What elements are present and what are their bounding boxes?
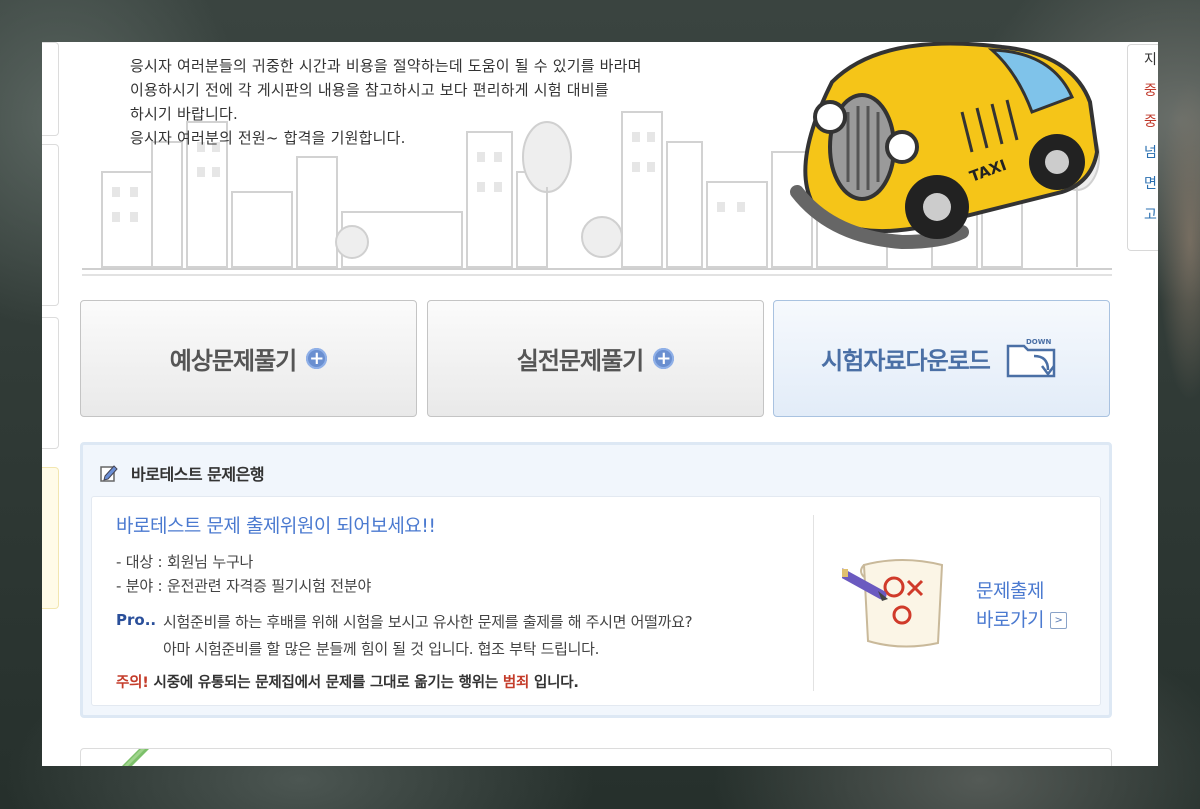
warning-label: 주의! xyxy=(116,675,149,691)
question-bank-content: 바로테스트 문제 출제위원이 되어보세요!! - 대상 : 회원님 누구나 - … xyxy=(91,496,1101,706)
download-folder-icon: DOWN xyxy=(1006,338,1056,377)
pro-text-line: 아마 시험준비를 할 많은 분들께 힘이 될 것 입니다. 협조 부탁 드립니다… xyxy=(163,640,600,658)
hero-line: 이용하시기 전에 각 게시판의 내용을 참고하시고 보다 편리하게 시험 대비를 xyxy=(130,81,609,99)
field-info: - 분야 : 운전관련 자격증 필기시험 전분야 xyxy=(116,577,372,595)
question-bank-panel: 바로테스트 문제은행 바로테스트 문제 출제위원이 되어보세요!! - 대상 :… xyxy=(80,442,1112,718)
hero-intro-text: 응시자 여러분들의 귀중한 시간과 비용을 절약하는데 도움이 될 수 있기를 … xyxy=(130,54,642,150)
exam-paper-pencil-icon xyxy=(842,559,944,648)
right-sidebar-item-text: 넘 xyxy=(1144,145,1157,161)
question-bank-headline: 바로테스트 문제 출제위원이 되어보세요!! xyxy=(116,515,436,537)
right-sidebar-item[interactable]: 면 xyxy=(1128,169,1158,200)
right-sidebar-item-text: 중 xyxy=(1144,83,1157,99)
predict-questions-button[interactable]: 예상문제풀기 + xyxy=(80,300,417,417)
hero-line: 응시자 여러분들의 귀중한 시간과 비용을 절약하는데 도움이 될 수 있기를 … xyxy=(130,57,642,75)
right-sidebar-item-text: 고 xyxy=(1144,207,1157,223)
next-panel xyxy=(80,748,1112,766)
right-sidebar-item[interactable]: 넘 xyxy=(1128,138,1158,169)
right-sidebar-item-text: 지 xyxy=(1144,52,1157,68)
practice-questions-label: 실전문제풀기 xyxy=(516,347,644,375)
browser-page: 지 중 중 넘 면 고 응시자 여러분들의 귀중한 시간과 비용을 절약하는데 … xyxy=(42,42,1158,766)
right-sidebar-menu: 지 중 중 넘 면 고 xyxy=(1127,44,1158,251)
warning-end: 입니다. xyxy=(529,675,579,691)
green-corner-badge-icon xyxy=(122,749,149,766)
arrow-right-icon: > xyxy=(1049,612,1067,629)
target-info: - 대상 : 회원님 누구나 xyxy=(116,553,254,571)
left-sidebar-panel-4 xyxy=(42,467,59,609)
plus-circle-icon: + xyxy=(306,348,328,369)
go-line-1: 문제출제 xyxy=(976,580,1044,602)
right-sidebar-item-text: 중 xyxy=(1144,114,1157,130)
plus-circle-icon: + xyxy=(653,348,675,369)
download-icon-text: DOWN xyxy=(1026,338,1051,346)
right-sidebar-item[interactable]: 지 xyxy=(1128,45,1158,76)
download-materials-label: 시험자료다운로드 xyxy=(821,347,991,375)
content-divider xyxy=(813,515,814,691)
warning-body: 시중에 유통되는 문제집에서 문제를 그대로 옮기는 행위는 xyxy=(148,675,503,691)
right-sidebar-item-text: 면 xyxy=(1144,176,1157,192)
hero-line: 응시자 여러분의 전원~ 합격을 기원합니다. xyxy=(130,129,406,147)
go-line-2: 바로가기 xyxy=(976,609,1044,631)
predict-questions-label: 예상문제풀기 xyxy=(169,347,297,375)
go-submit-question-link[interactable]: 문제출제 바로가기 > xyxy=(976,577,1067,635)
question-bank-header: 바로테스트 문제은행 xyxy=(99,461,265,485)
right-sidebar-item[interactable]: 고 xyxy=(1128,200,1158,231)
left-sidebar-panel-2 xyxy=(42,144,59,306)
pro-label: Pro.. xyxy=(116,611,157,629)
pro-text-line: 시험준비를 하는 후배를 위해 시험을 보시고 유사한 문제를 출제를 해 주시… xyxy=(163,613,693,631)
warning-text: 주의! 시중에 유통되는 문제집에서 문제를 그대로 옮기는 행위는 범죄 입니… xyxy=(116,671,579,692)
hero-banner: 응시자 여러분들의 귀중한 시간과 비용을 절약하는데 도움이 될 수 있기를 … xyxy=(82,42,1112,282)
download-materials-button[interactable]: 시험자료다운로드 DOWN xyxy=(773,300,1110,417)
right-sidebar-item[interactable]: 중 xyxy=(1128,107,1158,138)
question-bank-title: 바로테스트 문제은행 xyxy=(131,465,265,484)
warning-crime: 범죄 xyxy=(502,675,530,691)
right-sidebar-item[interactable]: 중 xyxy=(1128,76,1158,107)
practice-questions-button[interactable]: 실전문제풀기 + xyxy=(427,300,764,417)
left-sidebar-panel-3 xyxy=(42,317,59,449)
edit-note-icon xyxy=(100,465,118,482)
taxi-illustration: TAXI xyxy=(790,42,1100,250)
hero-line: 하시기 바랍니다. xyxy=(130,105,238,123)
left-sidebar-panel-1 xyxy=(42,42,59,136)
